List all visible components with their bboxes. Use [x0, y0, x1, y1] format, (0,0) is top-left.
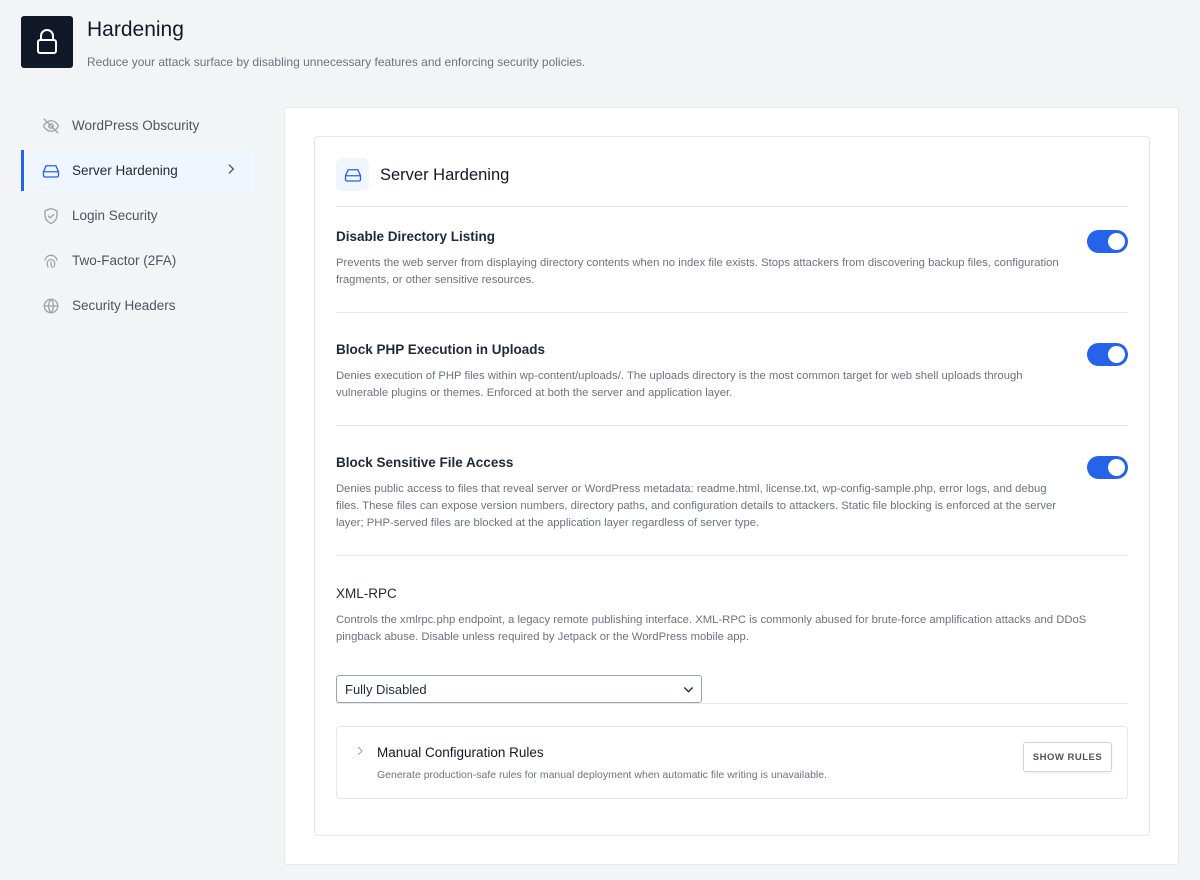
- chevron-right-icon[interactable]: [354, 744, 366, 762]
- sidebar-item-login-security[interactable]: Login Security: [21, 195, 254, 236]
- manual-rules-description: Generate production-safe rules for manua…: [377, 769, 827, 781]
- setting-description: Controls the xmlrpc.php endpoint, a lega…: [336, 614, 1087, 643]
- sidebar-item-label: Security Headers: [72, 298, 176, 313]
- xmlrpc-select[interactable]: Fully Disabled: [336, 675, 702, 703]
- manual-config-rules: Manual Configuration Rules Generate prod…: [336, 726, 1128, 799]
- page-title: Hardening: [87, 18, 184, 41]
- manual-rules-title: Manual Configuration Rules: [377, 745, 544, 760]
- setting-block-sensitive-files: Block Sensitive File Access Denies publi…: [336, 455, 1128, 556]
- eye-slash-icon: [42, 117, 60, 135]
- globe-icon: [42, 297, 60, 315]
- sidebar-item-wordpress-obscurity[interactable]: WordPress Obscurity: [21, 105, 254, 146]
- sidebar-item-label: WordPress Obscurity: [72, 118, 200, 133]
- disable-directory-listing-toggle[interactable]: [1087, 230, 1128, 253]
- page-subtitle: Reduce your attack surface by disabling …: [87, 55, 586, 69]
- sidebar-item-two-factor[interactable]: Two-Factor (2FA): [21, 240, 254, 281]
- block-sensitive-files-toggle[interactable]: [1087, 456, 1128, 479]
- card-title: Server Hardening: [380, 166, 510, 184]
- server-hardening-card: Server Hardening Disable Directory Listi…: [314, 136, 1150, 836]
- fingerprint-icon: [42, 252, 60, 270]
- setting-block-php-uploads: Block PHP Execution in Uploads Denies ex…: [336, 342, 1128, 426]
- hard-drive-icon: [42, 162, 60, 180]
- setting-description: Prevents the web server from displaying …: [336, 257, 1059, 286]
- lock-icon: [21, 16, 73, 68]
- shield-check-icon: [42, 207, 60, 225]
- chevron-down-icon: [682, 683, 695, 699]
- show-rules-button[interactable]: SHOW RULES: [1023, 742, 1112, 772]
- setting-title: XML-RPC: [336, 586, 397, 601]
- sidebar-item-label: Server Hardening: [72, 163, 178, 178]
- sidebar-item-label: Login Security: [72, 208, 158, 223]
- xmlrpc-selected-value: Fully Disabled: [345, 681, 427, 697]
- setting-title: Disable Directory Listing: [336, 229, 496, 244]
- main-panel: Server Hardening Disable Directory Listi…: [284, 107, 1179, 865]
- sidebar-nav: WordPress Obscurity Server Hardening Log…: [21, 105, 254, 330]
- setting-description: Denies execution of PHP files within wp-…: [336, 370, 1023, 399]
- sidebar-item-security-headers[interactable]: Security Headers: [21, 285, 254, 326]
- sidebar-item-label: Two-Factor (2FA): [72, 253, 177, 268]
- chevron-right-icon: [224, 162, 238, 179]
- sidebar-item-server-hardening[interactable]: Server Hardening: [21, 150, 254, 191]
- setting-title: Block Sensitive File Access: [336, 455, 514, 470]
- setting-disable-directory-listing: Disable Directory Listing Prevents the w…: [336, 229, 1128, 313]
- setting-description: Denies public access to files that revea…: [336, 483, 1057, 529]
- setting-xmlrpc: XML-RPC Controls the xmlrpc.php endpoint…: [336, 586, 1128, 704]
- card-header: Server Hardening: [336, 158, 1128, 207]
- block-php-uploads-toggle[interactable]: [1087, 343, 1128, 366]
- page-header: Hardening Reduce your attack surface by …: [21, 16, 585, 69]
- setting-title: Block PHP Execution in Uploads: [336, 342, 546, 357]
- hard-drive-icon: [336, 158, 369, 191]
